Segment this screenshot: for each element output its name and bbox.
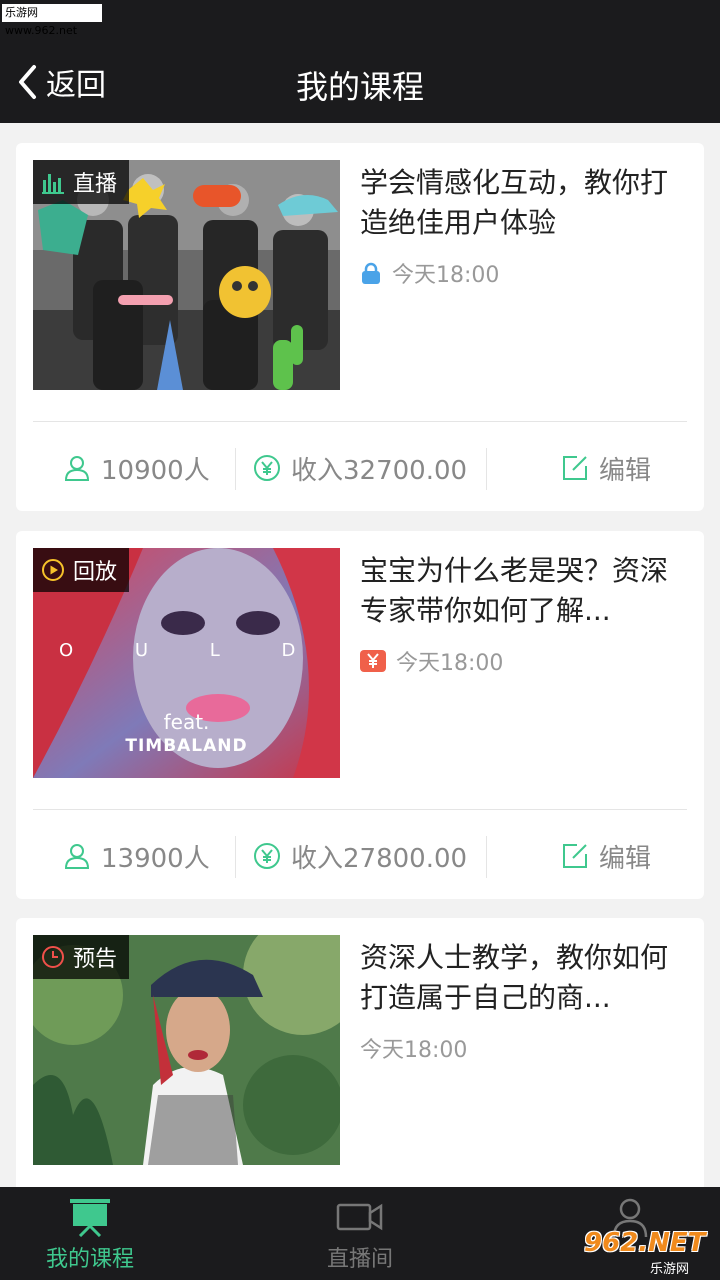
yen-circle-icon: [254, 455, 280, 481]
yen-circle-icon: [254, 843, 280, 869]
course-thumbnail: O U L D E feat. TIMBALAND 回放: [33, 548, 340, 778]
person-icon: [64, 844, 90, 869]
course-time: 今天18:00: [360, 645, 503, 677]
edit-label: 编辑: [599, 843, 652, 874]
people-label: 10900人: [101, 455, 210, 486]
status-badge: 回放: [33, 548, 130, 592]
people-label: 13900人: [101, 843, 210, 874]
video-camera-icon: [336, 1203, 383, 1231]
watermark-top: 乐游网 www.962.net: [2, 4, 102, 37]
course-stats: 10900人 收入32700.00 编辑: [33, 438, 687, 498]
course-title: 宝宝为什么老是哭？资深专家带你如何了解...: [360, 554, 669, 627]
course-time: 今天18:00: [360, 257, 499, 289]
album-letters: O U L D E: [59, 640, 340, 661]
divider: [33, 809, 687, 810]
badge-label: 预告: [73, 947, 118, 972]
watermark-logo: 962.NET 乐游网: [578, 1226, 718, 1277]
nav-bar: 返回 我的课程: [0, 40, 720, 123]
course-card[interactable]: O U L D E feat. TIMBALAND 回放 宝宝为什么老是哭？资深…: [16, 531, 704, 899]
stat-separator: [235, 448, 236, 490]
page-title: 我的课程: [295, 68, 424, 106]
edit-icon: [563, 844, 587, 868]
time-label: 今天18:00: [392, 263, 500, 288]
tab-label: 我的课程: [45, 1247, 134, 1272]
presentation-board-icon: [70, 1199, 110, 1237]
clock-icon: [42, 946, 64, 968]
edit-button[interactable]: 编辑: [561, 450, 651, 487]
course-time: 今天18:00: [360, 1032, 467, 1064]
course-list: 直播 学会情感化互动，教你打造绝佳用户体验 今天18:00 10900人 收入3…: [0, 123, 720, 1187]
stat-separator: [486, 836, 487, 878]
people-count: 13900人: [63, 838, 210, 875]
divider: [33, 421, 687, 422]
badge-label: 直播: [73, 172, 118, 197]
course-title: 学会情感化互动，教你打造绝佳用户体验: [360, 166, 669, 239]
watermark-big: 962.NET: [584, 1228, 706, 1258]
course-stats: 13900人 收入27800.00 编辑: [33, 826, 687, 886]
tab-label: 直播间: [326, 1247, 393, 1272]
yen-tag-icon: [360, 650, 386, 672]
income: 收入32700.00: [253, 450, 467, 487]
income-label: 收入32700.00: [291, 455, 468, 486]
edit-label: 编辑: [599, 455, 652, 486]
badge-label: 回放: [73, 560, 118, 585]
time-label: 今天18:00: [396, 651, 504, 676]
status-bar: 乐游网 www.962.net: [0, 0, 720, 40]
status-badge: 直播: [33, 160, 130, 204]
album-artist: TIMBALAND: [125, 736, 248, 756]
course-card[interactable]: 直播 学会情感化互动，教你打造绝佳用户体验 今天18:00 10900人 收入3…: [16, 143, 704, 511]
course-title: 资深人士教学，教你如何打造属于自己的商...: [360, 941, 669, 1014]
course-card[interactable]: 预告 资深人士教学，教你如何打造属于自己的商... 今天18:00: [16, 918, 704, 1187]
watermark-small: 乐游网: [650, 1262, 690, 1277]
album-feat: feat.: [163, 710, 210, 734]
tab-live-room[interactable]: 直播间: [270, 1187, 450, 1280]
course-thumbnail: 直播: [33, 160, 340, 390]
status-badge: 预告: [33, 935, 130, 979]
person-icon: [64, 456, 90, 481]
time-label: 今天18:00: [360, 1038, 468, 1063]
tab-my-courses[interactable]: 我的课程: [0, 1187, 180, 1280]
live-bars-icon: [42, 174, 64, 194]
stat-separator: [235, 836, 236, 878]
edit-button[interactable]: 编辑: [561, 838, 651, 875]
income-label: 收入27800.00: [291, 843, 468, 874]
course-thumbnail: 预告: [33, 935, 340, 1165]
edit-icon: [563, 456, 587, 480]
lock-icon: [362, 262, 380, 284]
stat-separator: [486, 448, 487, 490]
income: 收入27800.00: [253, 838, 467, 875]
play-circle-icon: [42, 559, 64, 581]
people-count: 10900人: [63, 450, 210, 487]
